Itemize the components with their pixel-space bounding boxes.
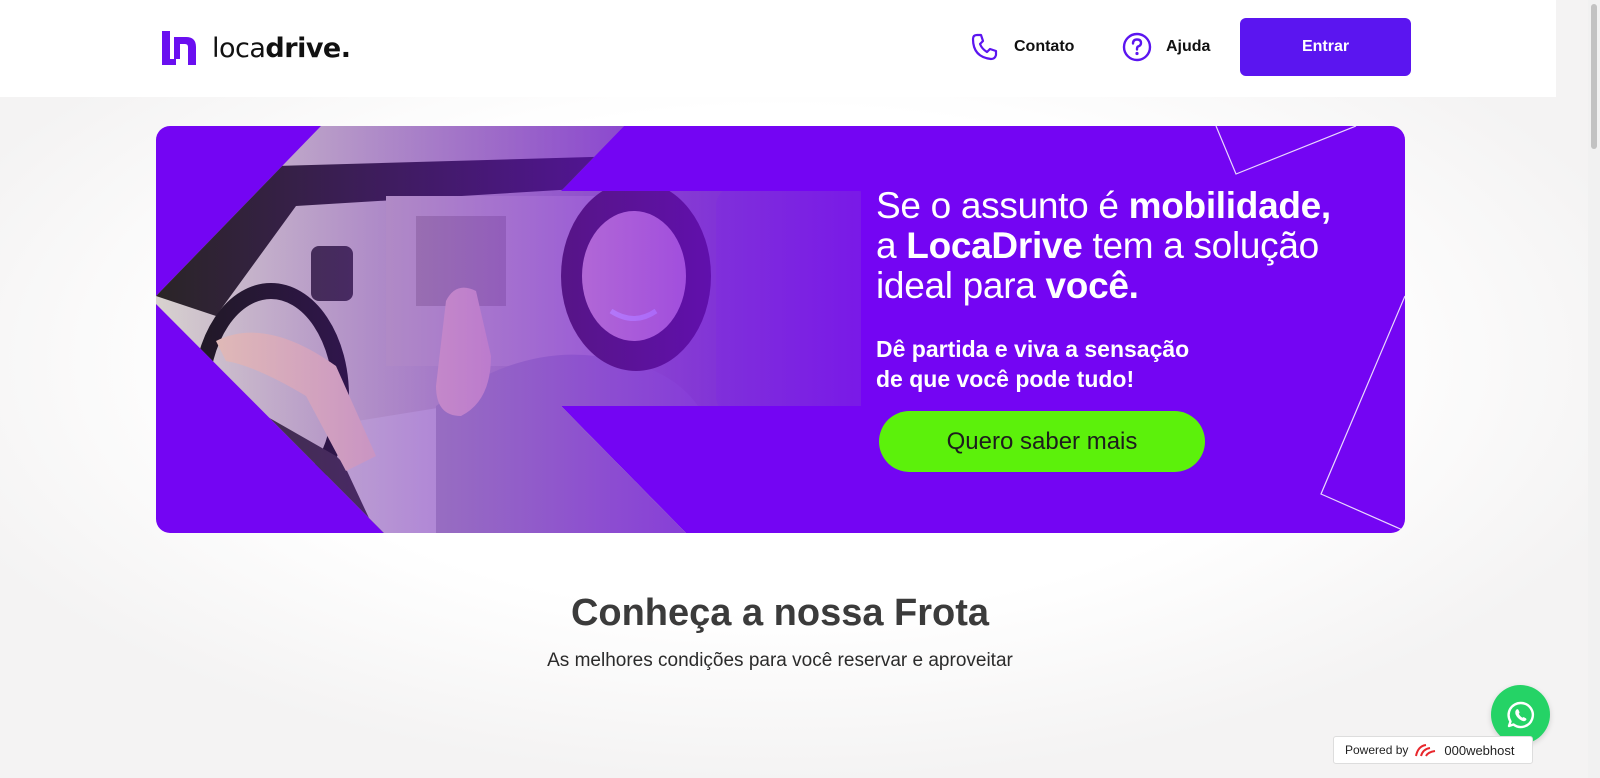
login-button[interactable]: Entrar bbox=[1240, 18, 1411, 76]
phone-icon bbox=[971, 33, 998, 61]
fleet-title: Conheça a nossa Frota bbox=[570, 592, 990, 634]
scrollbar[interactable] bbox=[1588, 0, 1600, 778]
webhost-logo-icon bbox=[1415, 744, 1436, 757]
nav-ajuda[interactable]: Ajuda bbox=[1122, 32, 1210, 62]
hero-banner: Se o assunto é mobilidade, a LocaDrive t… bbox=[156, 126, 1405, 533]
page: locadrive. Contato Ajuda Entrar Se o ass… bbox=[0, 0, 1600, 778]
powered-by-badge[interactable]: Powered by 000webhost bbox=[1333, 736, 1533, 764]
nav-contato[interactable]: Contato bbox=[970, 32, 1074, 62]
hero-subtitle: Dê partida e viva a sensação de que você… bbox=[876, 336, 1190, 392]
nav-contato-label: Contato bbox=[1014, 38, 1075, 55]
powered-by-label: Powered by bbox=[1345, 743, 1409, 757]
hero-text: Se o assunto é mobilidade, a LocaDrive t… bbox=[876, 186, 1356, 394]
fleet-subtitle: As melhores condições para você reservar… bbox=[547, 650, 1013, 671]
scrollbar-thumb[interactable] bbox=[1591, 4, 1597, 149]
powered-by-brand: 000webhost bbox=[1444, 742, 1515, 758]
nav-ajuda-label: Ajuda bbox=[1166, 38, 1211, 55]
site-header: locadrive. Contato Ajuda Entrar bbox=[0, 0, 1556, 97]
whatsapp-icon bbox=[1506, 701, 1534, 728]
logo[interactable]: locadrive. bbox=[160, 29, 351, 67]
logo-mark-icon bbox=[162, 31, 196, 65]
help-circle-icon bbox=[1122, 32, 1152, 62]
learn-more-button[interactable]: Quero saber mais bbox=[879, 411, 1205, 472]
hero-title: Se o assunto é mobilidade, a LocaDrive t… bbox=[876, 185, 1331, 306]
logo-text: locadrive. bbox=[212, 32, 351, 64]
